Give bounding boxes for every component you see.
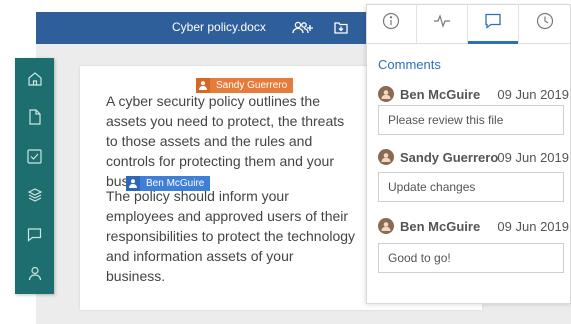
comment-text[interactable]: Please review this file [378,105,564,135]
comments-icon [484,13,502,34]
comment-text[interactable]: Good to go! [378,243,564,273]
collaborator-cursor-ben: Ben McGuire [126,176,211,191]
document-title: Cyber policy.docx [172,20,266,34]
info-icon [382,12,400,35]
comment-author: Ben McGuire [400,86,481,102]
avatar [378,86,394,102]
comment-header: Sandy Guerrero 09 Jun 2019 [378,148,571,166]
cursor-name: Sandy Guerrero [216,80,288,91]
tab-info[interactable] [366,4,417,43]
add-user-icon[interactable] [290,17,316,39]
comment-text[interactable]: Update changes [378,172,564,202]
avatar [378,218,394,234]
file-icon[interactable] [15,102,54,132]
cursor-name: Ben McGuire [146,178,205,189]
comment-author: Ben McGuire [400,218,481,234]
left-sidebar [15,58,54,294]
tab-activity[interactable] [417,4,468,43]
user-icon [196,78,210,93]
clock-icon [536,12,554,35]
panel-tabs [366,4,571,44]
user-icon[interactable] [15,258,54,288]
comment-date: 09 Jun 2019 [497,218,569,234]
import-icon[interactable] [328,17,354,39]
comment-icon[interactable] [15,219,54,249]
panel-title: Comments [378,57,441,72]
comment-header: Ben McGuire 09 Jun 2019 [378,85,571,103]
layers-icon[interactable] [15,180,54,210]
tab-history[interactable] [519,4,570,43]
paragraph-2[interactable]: The policy should inform your employees … [106,186,356,286]
avatar [378,149,394,165]
checkbox-icon[interactable] [15,141,54,171]
home-icon[interactable] [15,64,54,94]
comment-date: 09 Jun 2019 [497,86,569,102]
activity-icon [433,14,451,33]
comment-date: 09 Jun 2019 [497,149,569,165]
user-icon [126,176,140,191]
comment-header: Ben McGuire 09 Jun 2019 [378,217,571,235]
collaborator-cursor-sandy: Sandy Guerrero [196,78,294,93]
tab-comments[interactable] [468,4,519,44]
comment-author: Sandy Guerrero [400,149,499,165]
